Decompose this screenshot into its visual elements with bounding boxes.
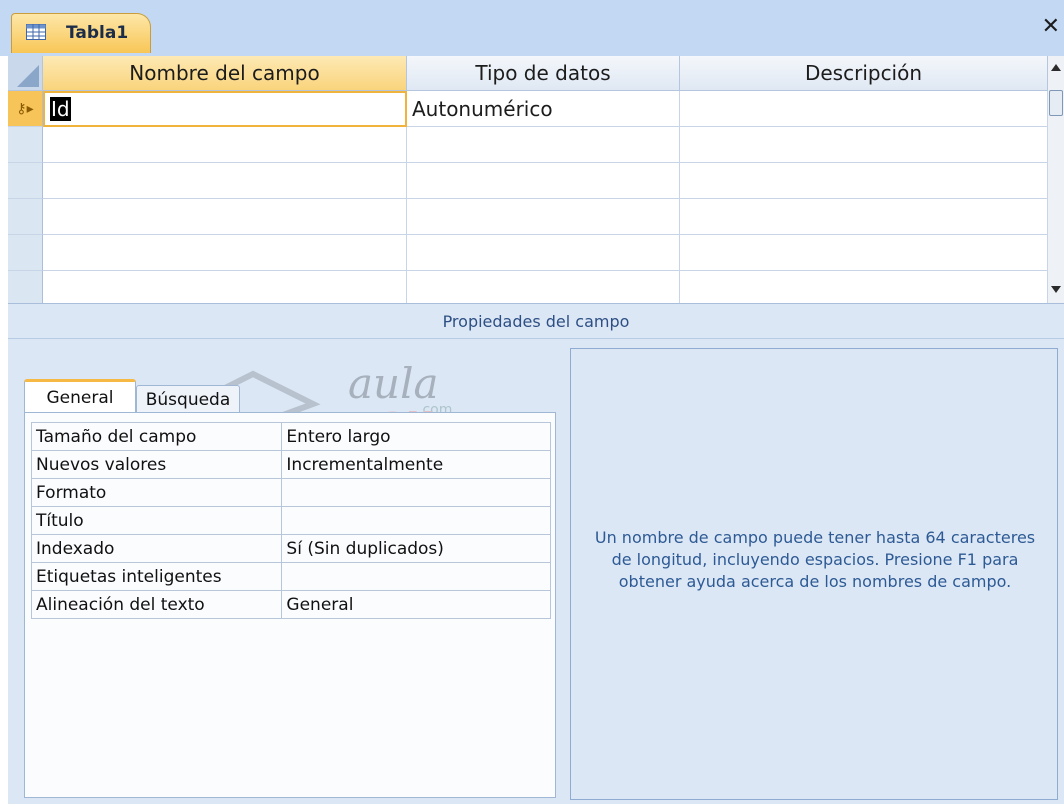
data-type-cell[interactable] xyxy=(407,127,680,163)
field-name-cell[interactable] xyxy=(43,163,407,199)
description-cell[interactable] xyxy=(680,163,1048,199)
property-label: Tamaño del campo xyxy=(30,422,283,451)
field-name-cell[interactable] xyxy=(43,127,407,163)
row-selector[interactable]: ⚷▸ xyxy=(8,91,43,127)
properties-title: Propiedades del campo xyxy=(442,312,630,331)
property-value[interactable]: Entero largo xyxy=(281,422,551,451)
property-value[interactable] xyxy=(281,478,551,507)
property-label: Etiquetas inteligentes xyxy=(30,562,283,591)
tab-general[interactable]: General xyxy=(24,379,136,413)
property-label: Título xyxy=(30,506,283,535)
help-text: Un nombre de campo puede tener hasta 64 … xyxy=(594,528,1036,591)
field-name-value: Id xyxy=(50,97,71,121)
field-name-cell[interactable] xyxy=(43,271,407,307)
row-selector[interactable] xyxy=(8,271,43,307)
table-row xyxy=(8,127,1048,163)
table-row xyxy=(8,235,1048,271)
row-selector[interactable] xyxy=(8,163,43,199)
property-value[interactable] xyxy=(281,506,551,535)
column-header-data-type[interactable]: Tipo de datos xyxy=(407,56,680,91)
table-row xyxy=(8,163,1048,199)
document-tab-tabla1[interactable]: Tabla1 xyxy=(11,13,151,53)
property-row[interactable]: Título xyxy=(30,506,551,535)
row-selector[interactable] xyxy=(8,199,43,235)
property-row[interactable]: Etiquetas inteligentes xyxy=(30,562,551,591)
description-cell[interactable] xyxy=(680,91,1048,127)
property-row[interactable]: Formato xyxy=(30,478,551,507)
field-name-cell[interactable] xyxy=(43,199,407,235)
property-sheet: Tamaño del campo Entero largo Nuevos valo… xyxy=(24,412,556,798)
property-row[interactable]: Nuevos valores Incrementalmente xyxy=(30,450,551,479)
tab-busqueda[interactable]: Búsqueda xyxy=(136,385,240,413)
description-cell[interactable] xyxy=(680,271,1048,307)
field-properties-pane: Propiedades del campo aula .com Clic Gen… xyxy=(8,303,1064,804)
data-type-cell[interactable] xyxy=(407,235,680,271)
description-cell[interactable] xyxy=(680,127,1048,163)
property-label: Formato xyxy=(30,478,283,507)
data-type-cell[interactable]: Autonumérico xyxy=(407,91,680,127)
property-row[interactable]: Tamaño del campo Entero largo xyxy=(30,422,551,451)
property-table: Tamaño del campo Entero largo Nuevos valo… xyxy=(30,422,551,619)
scroll-down-icon[interactable] xyxy=(1051,286,1061,293)
scroll-up-icon[interactable] xyxy=(1051,64,1061,71)
row-selector[interactable] xyxy=(8,235,43,271)
data-type-cell[interactable] xyxy=(407,199,680,235)
description-cell[interactable] xyxy=(680,199,1048,235)
column-header-field-name[interactable]: Nombre del campo xyxy=(43,56,407,91)
property-label: Nuevos valores xyxy=(30,450,283,479)
close-icon[interactable]: ✕ xyxy=(1042,13,1060,41)
document-tab-bar: Tabla1 ✕ xyxy=(0,0,1064,56)
property-value[interactable] xyxy=(281,562,551,591)
table-row: ⚷▸ Id Autonumérico xyxy=(8,91,1048,127)
grid-header-row: Nombre del campo Tipo de datos Descripci… xyxy=(8,56,1048,91)
primary-key-icon: ⚷▸ xyxy=(16,100,34,117)
property-label: Alineación del texto xyxy=(30,590,283,619)
property-label: Indexado xyxy=(30,534,283,563)
table-row xyxy=(8,271,1048,307)
svg-text:aula: aula xyxy=(348,359,439,408)
field-name-cell[interactable]: Id xyxy=(43,91,407,127)
property-value[interactable]: Sí (Sin duplicados) xyxy=(281,534,551,563)
grid-rows: ⚷▸ Id Autonumérico xyxy=(8,91,1048,307)
field-design-grid: Nombre del campo Tipo de datos Descripci… xyxy=(8,56,1064,307)
document-tab-label: Tabla1 xyxy=(66,23,129,43)
select-all-corner[interactable] xyxy=(8,56,43,91)
description-cell[interactable] xyxy=(680,235,1048,271)
property-row[interactable]: Indexado Sí (Sin duplicados) xyxy=(30,534,551,563)
table-icon xyxy=(26,24,46,40)
data-type-cell[interactable] xyxy=(407,163,680,199)
scroll-thumb[interactable] xyxy=(1049,90,1063,116)
property-row[interactable]: Alineación del texto General xyxy=(30,590,551,619)
row-selector[interactable] xyxy=(8,127,43,163)
data-type-cell[interactable] xyxy=(407,271,680,307)
property-value[interactable]: Incrementalmente xyxy=(281,450,551,479)
property-value[interactable]: General xyxy=(281,590,551,619)
table-row xyxy=(8,199,1048,235)
divider xyxy=(8,338,1064,339)
field-name-cell[interactable] xyxy=(43,235,407,271)
vertical-scrollbar[interactable] xyxy=(1048,56,1064,303)
help-panel: Un nombre de campo puede tener hasta 64 … xyxy=(570,348,1058,800)
column-header-description[interactable]: Descripción xyxy=(680,56,1048,91)
